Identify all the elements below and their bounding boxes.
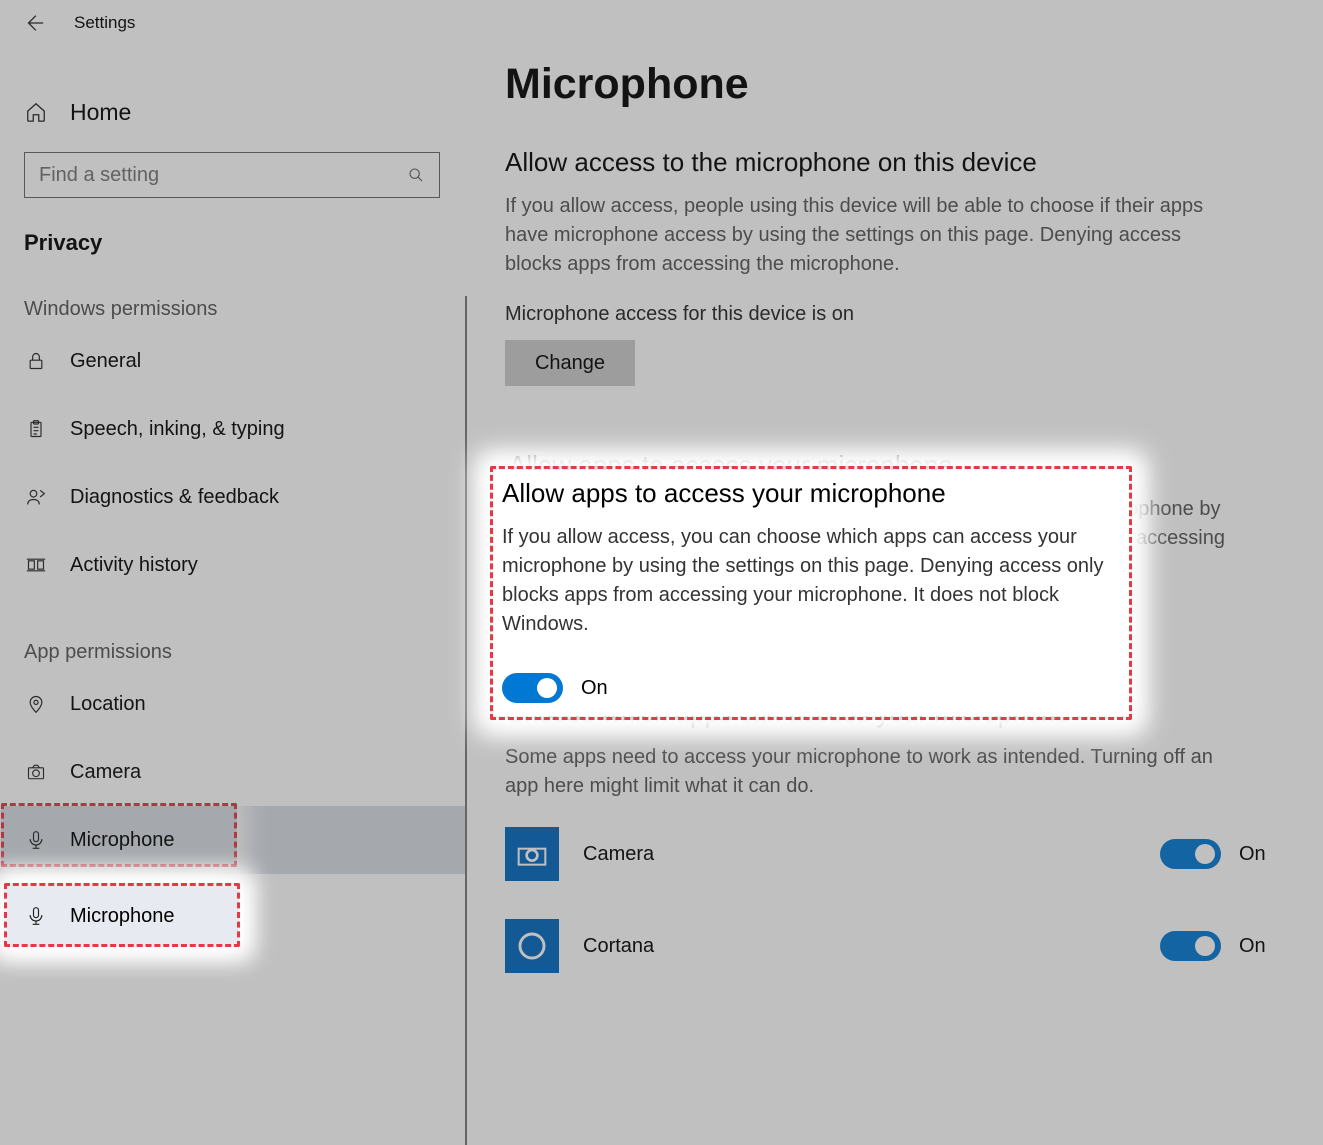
back-button[interactable]: [22, 11, 46, 35]
device-access-body: If you allow access, people using this d…: [505, 192, 1225, 279]
sidebar-item-speech[interactable]: Speech, inking, & typing: [0, 395, 467, 463]
sidebar-item-location[interactable]: Location: [0, 670, 467, 738]
sidebar-item-label: Microphone: [70, 829, 175, 852]
app-cortana-toggle[interactable]: [1160, 931, 1221, 961]
settings-window: Settings Home Privacy Windows permission…: [0, 0, 1323, 1145]
clipboard-icon: [24, 417, 48, 441]
app-camera-state: On: [1239, 843, 1285, 866]
search-box[interactable]: [24, 152, 440, 198]
sidebar-item-label: Location: [70, 693, 146, 716]
choose-apps-body: Some apps need to access your microphone…: [505, 743, 1225, 801]
sidebar-section-privacy: Privacy: [0, 230, 467, 256]
change-button[interactable]: Change: [505, 340, 635, 386]
apps-access-body: If you allow access, you can choose whic…: [502, 523, 1122, 639]
section-choose-apps: Choose which apps can access your microp…: [505, 698, 1285, 975]
microphone-icon: [24, 828, 48, 852]
camera-icon: [24, 760, 48, 784]
search-row: [0, 140, 467, 198]
search-input[interactable]: [39, 164, 407, 187]
sidebar-item-label: Activity history: [70, 554, 198, 577]
sidebar-item-label: Speech, inking, & typing: [70, 418, 285, 441]
apps-access-toggle-row: On: [502, 673, 1122, 703]
lock-icon: [24, 349, 48, 373]
home-icon: [24, 100, 48, 124]
app-row-cortana: Cortana On: [505, 917, 1285, 975]
apps-access-toggle[interactable]: [502, 673, 563, 703]
sidebar-item-diagnostics[interactable]: Diagnostics & feedback: [0, 463, 467, 531]
sidebar-item-activity-history[interactable]: Activity history: [0, 531, 467, 599]
app-camera-icon: [505, 827, 559, 881]
sidebar-item-home[interactable]: Home: [0, 84, 467, 140]
sidebar-item-label: Camera: [70, 761, 141, 784]
location-icon: [24, 692, 48, 716]
sidebar-item-microphone-overlay-copy: Microphone: [7, 886, 239, 946]
window-header: Settings: [0, 0, 467, 46]
page-title: Microphone: [505, 60, 1285, 109]
sidebar-item-camera[interactable]: Camera: [0, 738, 467, 806]
app-name: Camera: [583, 843, 1160, 866]
device-access-status: Microphone access for this device is on: [505, 303, 1285, 326]
window-title: Settings: [74, 13, 135, 33]
microphone-icon: [24, 904, 48, 928]
app-list: Camera On Cortana On: [505, 825, 1285, 975]
feedback-icon: [24, 485, 48, 509]
sidebar-item-general[interactable]: General: [0, 327, 467, 395]
app-cortana-state: On: [1239, 935, 1285, 958]
device-access-heading: Allow access to the microphone on this d…: [505, 147, 1285, 178]
section-device-access: Allow access to the microphone on this d…: [505, 147, 1285, 440]
sidebar-group-app-permissions: App permissions: [0, 641, 467, 664]
apps-access-toggle-label: On: [581, 677, 608, 700]
sidebar: Settings Home Privacy Windows permission…: [0, 0, 467, 1145]
search-icon: [407, 166, 425, 184]
apps-access-heading: Allow apps to access your microphone: [502, 478, 1122, 509]
app-name: Cortana: [583, 935, 1160, 958]
app-cortana-icon: [505, 919, 559, 973]
app-camera-toggle[interactable]: [1160, 839, 1221, 869]
sidebar-group-windows-permissions: Windows permissions: [0, 298, 467, 321]
sidebar-item-microphone[interactable]: Microphone: [0, 806, 467, 874]
home-label: Home: [70, 99, 131, 126]
app-row-camera: Camera On: [505, 825, 1285, 883]
sidebar-item-label: Microphone: [70, 905, 175, 928]
apps-access-overlay-copy: Allow apps to access your microphone If …: [494, 470, 1130, 716]
sidebar-item-label: General: [70, 350, 141, 373]
sidebar-item-label: Diagnostics & feedback: [70, 486, 279, 509]
timeline-icon: [24, 553, 48, 577]
